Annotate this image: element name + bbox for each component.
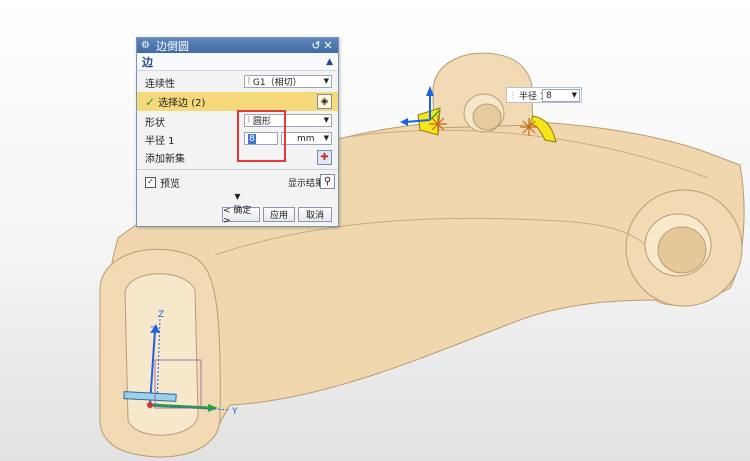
top-boss-hole-inner: [472, 103, 502, 131]
apply-button[interactable]: 应用: [263, 207, 295, 222]
dialog-titlebar[interactable]: ⚙ 边倒圆 ↺ ✕: [137, 38, 338, 53]
dialog-title: 边倒圆: [156, 39, 189, 53]
axis-label-z2: Z: [150, 326, 156, 336]
preview-label: 预览: [160, 178, 180, 190]
chevron-down-icon: ▼: [323, 116, 329, 124]
add-set-label: 添加新集: [145, 153, 185, 165]
show-result-label: 显示结果: [288, 178, 325, 189]
axis-label-y: Y: [231, 407, 238, 417]
chevron-up-icon[interactable]: ▲: [326, 57, 333, 67]
select-edges-label: 选择边 (2): [158, 98, 206, 109]
popup-grip[interactable]: ⋮: [509, 91, 517, 100]
curve-icon: ⦚: [248, 76, 250, 87]
callout-highlight-box: [237, 110, 286, 162]
radius-popup[interactable]: ⋮ 半径 1 8 ▼: [506, 87, 582, 103]
close-icon[interactable]: ✕: [322, 39, 334, 52]
select-edges-row[interactable]: ✓ 选择边 (2) ◈: [137, 92, 338, 111]
chevron-down-icon: ▼: [323, 77, 329, 85]
divider: [137, 169, 338, 170]
preview-checkbox[interactable]: ✓: [145, 176, 156, 188]
gear-icon[interactable]: ⚙: [141, 40, 153, 51]
shape-label: 形状: [145, 117, 165, 129]
section-edge-title: 边: [142, 55, 153, 69]
axis-label-z: Z: [158, 310, 164, 320]
section-edge-header[interactable]: 边 ▲: [137, 53, 338, 71]
cube-select-icon[interactable]: ◈: [317, 94, 332, 109]
chevron-down-icon: ▼: [571, 91, 577, 99]
right-boss-hole-inner: [657, 226, 707, 274]
preview-row: ✓ 预览 显示结果 ⚲: [137, 172, 338, 192]
cancel-button[interactable]: 取消: [298, 207, 332, 222]
continuity-label: 连续性: [145, 78, 175, 90]
radius-label: 半径 1: [145, 135, 175, 147]
chevron-down-icon: ▼: [323, 134, 329, 142]
more-options-toggle[interactable]: ▼: [137, 192, 338, 202]
left-slot-hole: [124, 273, 199, 436]
continuity-select[interactable]: ⦚ G1（相切） ▼: [244, 75, 332, 88]
radius-unit-select[interactable]: mm ▼: [281, 132, 332, 145]
magnifier-icon[interactable]: ⚲: [320, 174, 335, 189]
chevron-down-icon[interactable]: ▼: [234, 192, 240, 201]
check-icon: ✓: [145, 94, 156, 109]
continuity-row: 连续性 ⦚ G1（相切） ▼: [137, 73, 338, 91]
reset-icon[interactable]: ↺: [310, 39, 322, 52]
ok-button[interactable]: < 确定 >: [222, 206, 260, 226]
popup-radius-input[interactable]: 8 ▼: [542, 89, 580, 102]
cad-viewport[interactable]: Z Z Y: [0, 0, 750, 461]
add-set-icon[interactable]: ✚: [317, 150, 332, 165]
